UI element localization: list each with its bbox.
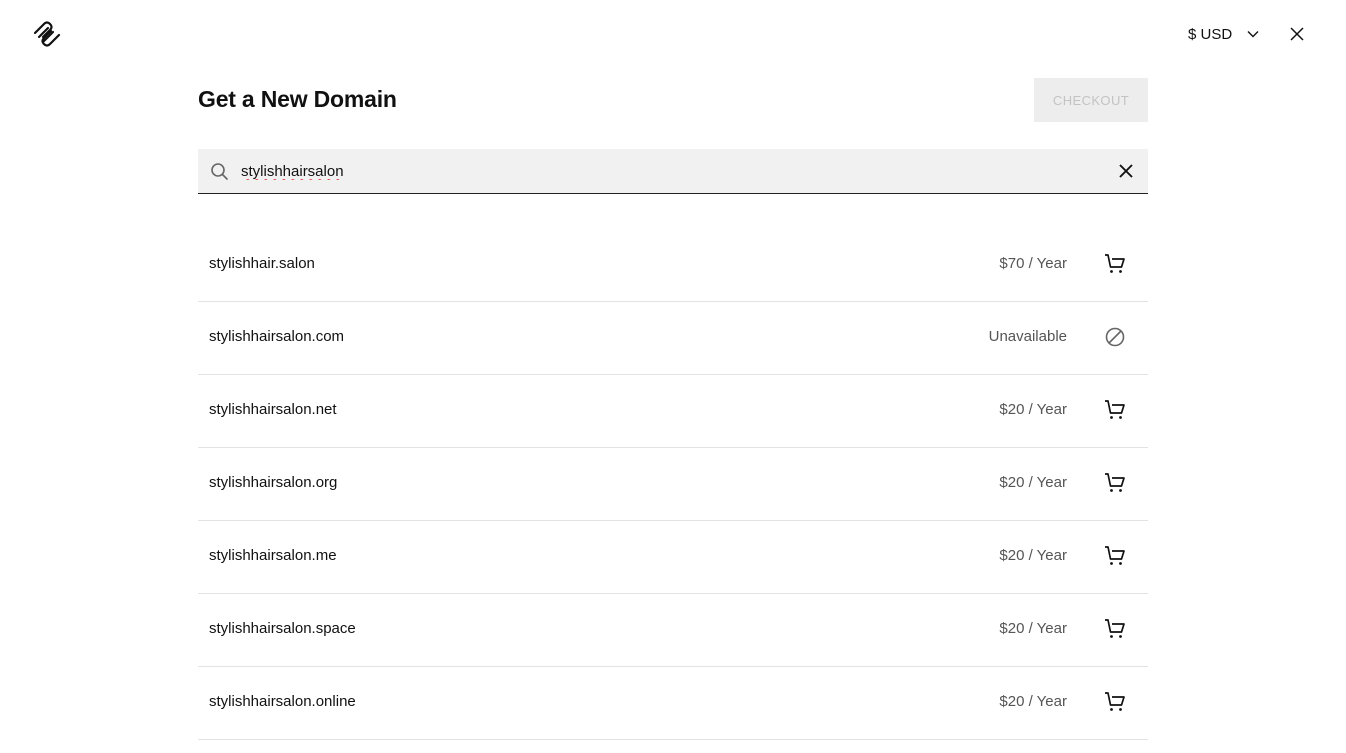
domain-price: $20 / Year <box>999 620 1067 637</box>
domain-result-row: stylishhairsalon.com Unavailable <box>198 302 1148 375</box>
panel-header: Get a New Domain CHECKOUT <box>198 78 1148 122</box>
domain-results-list: stylishhair.salon $70 / Year stylishhair… <box>198 229 1148 740</box>
cart-icon[interactable] <box>1104 691 1126 713</box>
domain-name: stylishhairsalon.space <box>209 620 356 637</box>
domain-result-row[interactable]: stylishhairsalon.org $20 / Year <box>198 448 1148 521</box>
page-title: Get a New Domain <box>198 86 397 112</box>
chevron-down-icon <box>1247 31 1259 38</box>
currency-label: $ USD <box>1188 25 1233 43</box>
domain-price: Unavailable <box>988 328 1067 345</box>
domain-price: $20 / Year <box>999 474 1067 491</box>
domain-result-row[interactable]: stylishhairsalon.me $20 / Year <box>198 521 1148 594</box>
domain-price: $70 / Year <box>999 255 1067 272</box>
close-icon[interactable] <box>1288 25 1306 43</box>
domain-search-input[interactable] <box>241 149 1101 193</box>
domain-search-bar <box>198 149 1148 194</box>
domain-result-row[interactable]: stylishhairsalon.space $20 / Year <box>198 594 1148 667</box>
domain-price: $20 / Year <box>999 693 1067 710</box>
clear-icon[interactable] <box>1118 163 1134 179</box>
domain-result-row[interactable]: stylishhair.salon $70 / Year <box>198 229 1148 302</box>
domain-search-panel: Get a New Domain CHECKOUT stylishhair.sa… <box>198 78 1148 740</box>
domain-result-row[interactable]: stylishhairsalon.online $20 / Year <box>198 667 1148 740</box>
search-icon <box>211 163 228 180</box>
domain-name: stylishhair.salon <box>209 255 315 272</box>
cart-icon[interactable] <box>1104 399 1126 421</box>
domain-name: stylishhairsalon.com <box>209 328 345 345</box>
domain-name: stylishhairsalon.me <box>209 547 337 564</box>
unavailable-icon <box>1105 327 1125 347</box>
domain-name: stylishhairsalon.net <box>209 401 337 418</box>
cart-icon[interactable] <box>1104 545 1126 567</box>
domain-price: $20 / Year <box>999 401 1067 418</box>
cart-icon[interactable] <box>1104 618 1126 640</box>
cart-icon[interactable] <box>1104 253 1126 275</box>
checkout-button[interactable]: CHECKOUT <box>1034 78 1148 122</box>
domain-result-row[interactable]: stylishhairsalon.net $20 / Year <box>198 375 1148 448</box>
domain-name: stylishhairsalon.org <box>209 474 338 491</box>
domain-price: $20 / Year <box>999 547 1067 564</box>
squarespace-logo-icon[interactable] <box>32 20 62 48</box>
cart-icon[interactable] <box>1104 472 1126 494</box>
domain-name: stylishhairsalon.online <box>209 693 356 710</box>
currency-selector[interactable]: $ USD <box>1188 22 1260 46</box>
